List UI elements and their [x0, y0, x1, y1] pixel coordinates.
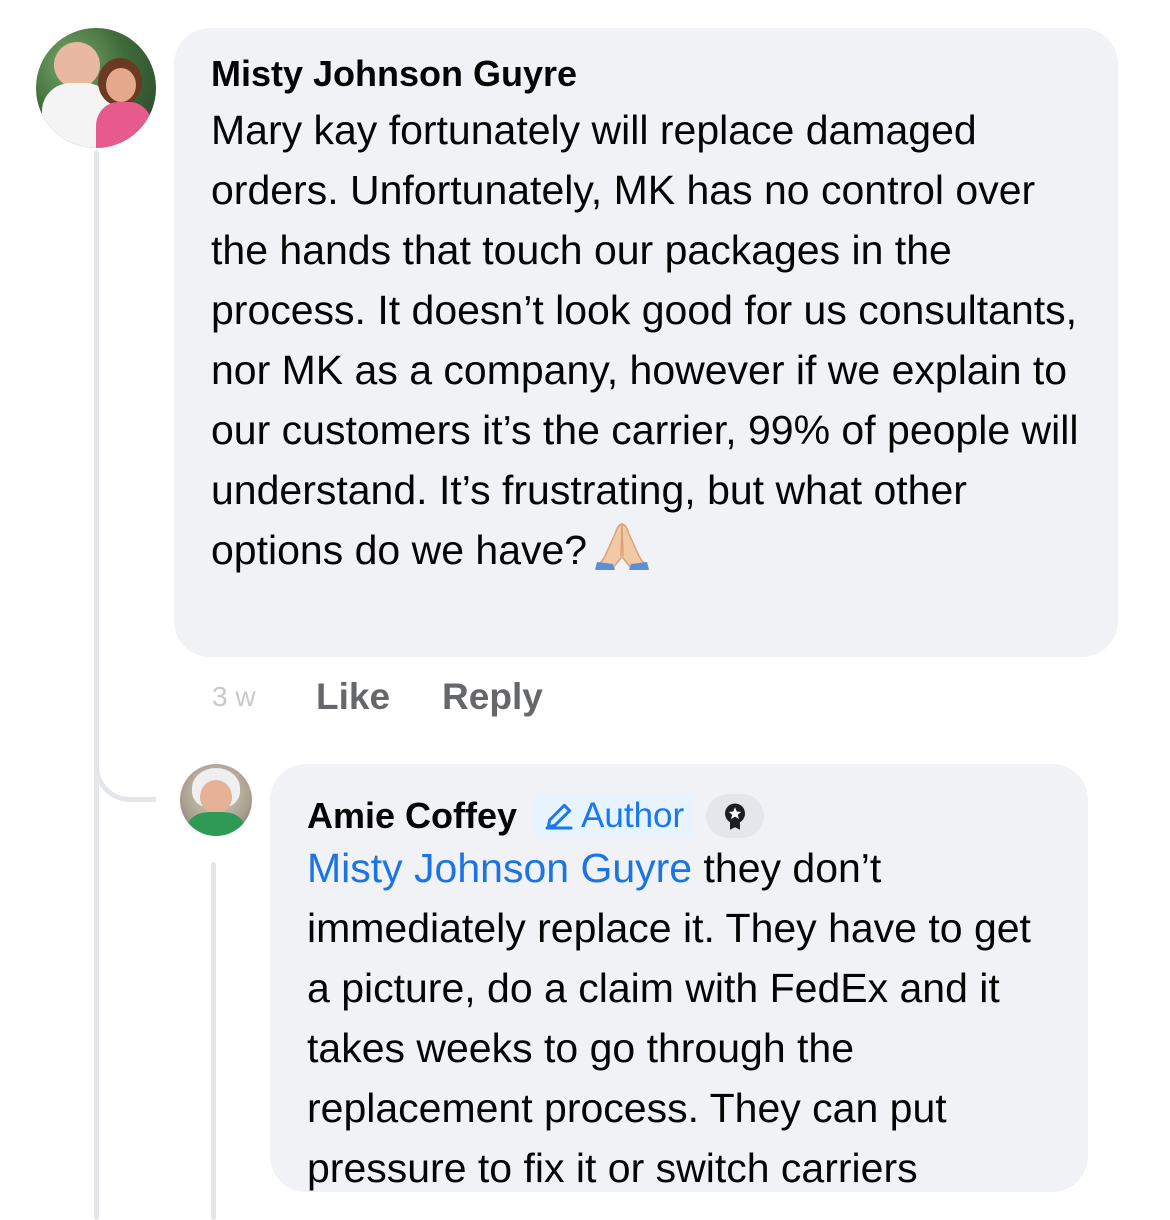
reply-thread-line — [211, 862, 216, 1220]
comment-text: Mary kay fortunately will replace damage… — [211, 100, 1082, 586]
comment-timestamp[interactable]: 3 w — [212, 681, 316, 713]
reply-text: Misty Johnson Guyre they don’t immediate… — [307, 838, 1052, 1198]
reply-author-name[interactable]: Amie Coffey — [307, 794, 517, 838]
like-button[interactable]: Like — [316, 676, 390, 718]
folded-hands-icon — [593, 522, 651, 586]
pencil-icon — [545, 803, 573, 830]
author-badge: Author — [533, 794, 695, 838]
comment-body: Mary kay fortunately will replace damage… — [211, 107, 1079, 573]
author-badge-label: Author — [581, 796, 685, 835]
reply-body: they don’t immediately replace it. They … — [307, 845, 1031, 1191]
avatar[interactable] — [180, 764, 252, 836]
mention-link[interactable]: Misty Johnson Guyre — [307, 845, 692, 891]
thread-connector — [94, 720, 156, 802]
thread-line — [94, 150, 99, 1220]
reply-button[interactable]: Reply — [442, 676, 543, 718]
avatar[interactable] — [36, 28, 156, 148]
comment-author-name[interactable]: Misty Johnson Guyre — [211, 52, 1082, 96]
reply-bubble: Amie Coffey Author Misty Johnson Guyre t… — [270, 764, 1088, 1192]
comment-actions: 3 w Like Reply — [212, 672, 595, 722]
comment-bubble: Misty Johnson Guyre Mary kay fortunately… — [174, 28, 1118, 657]
top-contributor-icon[interactable] — [706, 794, 765, 838]
reply-header: Amie Coffey Author — [307, 794, 1052, 838]
